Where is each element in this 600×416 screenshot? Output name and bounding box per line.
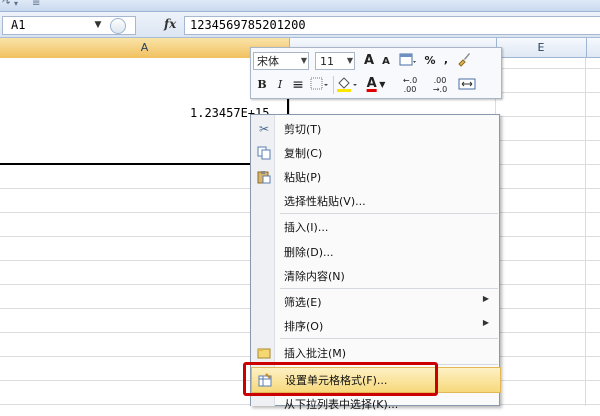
scissors-icon: ✂: [258, 122, 270, 136]
customize-toolbar-icon[interactable]: ≡: [32, 0, 40, 9]
menu-item-label: 筛选(E): [284, 296, 322, 309]
formula-circle-icon: [110, 18, 126, 34]
formula-input[interactable]: 1234569785201200: [184, 16, 600, 35]
menu-item-sort[interactable]: 排序(O) ▶: [251, 314, 499, 338]
name-box-dropdown-icon[interactable]: ▼: [92, 17, 104, 33]
menu-separator: [280, 213, 498, 214]
menu-item-label: 清除内容(N): [284, 270, 345, 283]
paste-icon: [257, 170, 271, 184]
menu-item-delete[interactable]: 删除(D)...: [251, 240, 499, 264]
chevron-down-icon[interactable]: ▼: [345, 52, 355, 70]
column-header-a[interactable]: A: [0, 38, 290, 58]
chevron-right-icon: ▶: [482, 318, 489, 327]
menu-item-label: 插入(I)...: [284, 221, 329, 234]
column-header-e[interactable]: E: [496, 38, 587, 58]
chevron-right-icon: ▶: [482, 294, 489, 303]
comment-icon: [257, 346, 271, 360]
insert-function-button[interactable]: fx: [164, 17, 176, 31]
menu-item-label: 从下拉列表中选择(K)...: [284, 398, 399, 411]
menu-item-clear-contents[interactable]: 清除内容(N): [251, 264, 499, 288]
format-painter-table-icon[interactable]: [397, 52, 419, 74]
menu-item-label: 删除(D)...: [284, 246, 334, 259]
copy-icon: [257, 146, 271, 160]
menu-item-label: 复制(C): [284, 147, 323, 160]
menu-item-label: 选择性粘贴(V)...: [284, 195, 366, 208]
menu-item-insert[interactable]: 插入(I)...: [251, 215, 499, 239]
menu-separator: [280, 288, 498, 289]
font-color-button[interactable]: A ▼: [363, 75, 389, 94]
menu-item-filter[interactable]: 筛选(E) ▶: [251, 290, 499, 314]
borders-icon[interactable]: [309, 76, 331, 98]
fill-color-icon[interactable]: [335, 76, 359, 98]
format-painter-icon[interactable]: [455, 51, 473, 73]
quick-access-toolbar: ↷ ▾ ≡: [0, 0, 600, 12]
menu-item-paste-special[interactable]: 选择性粘贴(V)...: [251, 189, 499, 213]
chevron-down-icon[interactable]: ▼: [299, 52, 309, 70]
menu-separator: [280, 338, 498, 339]
menu-item-paste[interactable]: 粘贴(P): [251, 165, 499, 189]
center-align-icon[interactable]: ≡: [291, 76, 305, 94]
highlight-annotation-box: [243, 362, 438, 396]
italic-button[interactable]: I: [273, 76, 287, 94]
comma-style-button[interactable]: ,: [441, 51, 451, 69]
brush-icon: [458, 53, 470, 67]
mini-toolbar: 宋体 ▼ 11 ▼ A A % , B I ≡ A ▼ ←.0 .00 .00 …: [250, 47, 502, 99]
percent-style-button[interactable]: %: [423, 52, 437, 70]
toolbar-dropdown-icon[interactable]: ▾: [14, 0, 18, 8]
menu-item-label: 剪切(T): [284, 123, 322, 136]
shrink-font-button[interactable]: A: [379, 53, 393, 71]
bold-button[interactable]: B: [255, 76, 269, 94]
increase-decimal-button[interactable]: ←.0 .00: [397, 76, 423, 94]
merge-center-icon[interactable]: [457, 76, 477, 98]
redo-icon[interactable]: ↷: [2, 0, 10, 9]
menu-item-label: 排序(O): [284, 320, 324, 333]
menu-item-label: 插入批注(M): [284, 347, 347, 360]
grow-font-button[interactable]: A: [361, 52, 377, 70]
menu-item-copy[interactable]: 复制(C): [251, 141, 499, 165]
menu-item-cut[interactable]: ✂ 剪切(T): [251, 117, 499, 141]
decrease-decimal-button[interactable]: .00 →.0: [427, 76, 453, 94]
menu-item-label: 粘贴(P): [284, 171, 322, 184]
table-style-icon: [399, 53, 416, 66]
